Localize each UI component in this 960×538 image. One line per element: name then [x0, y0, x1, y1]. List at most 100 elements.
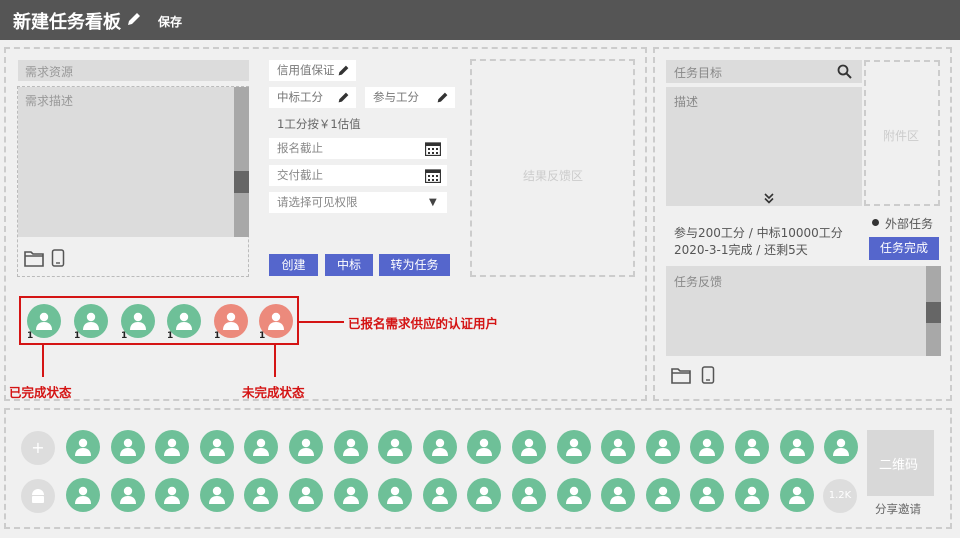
desc-textarea-right[interactable]: 描述	[666, 87, 862, 206]
qr-code[interactable]: 二维码	[867, 430, 934, 496]
member-avatar[interactable]	[199, 478, 234, 512]
member-avatar[interactable]	[199, 430, 234, 464]
visibility-select[interactable]: 请选择可见权限 ▼	[269, 192, 447, 213]
user-icon	[610, 438, 627, 456]
member-avatar[interactable]	[155, 478, 190, 512]
pencil-icon[interactable]	[337, 90, 350, 111]
goal-input[interactable]: 任务目标	[666, 60, 862, 83]
avatar-badge: 1	[167, 331, 174, 341]
member-avatar[interactable]	[512, 478, 546, 512]
share-invite-label[interactable]: 分享邀请	[875, 501, 921, 517]
user-icon	[253, 438, 270, 456]
user-icon	[565, 486, 582, 504]
feedback-area-label: 结果反馈区	[523, 169, 584, 183]
phone-icon[interactable]	[51, 249, 65, 270]
user-icon	[788, 438, 805, 456]
phone-icon[interactable]	[701, 366, 715, 387]
user-icon	[208, 438, 225, 456]
member-avatar[interactable]	[735, 430, 769, 464]
feedback-placeholder: 任务反馈	[674, 275, 723, 289]
win-points-field[interactable]: 中标工分	[269, 87, 356, 108]
member-avatar[interactable]	[110, 430, 145, 464]
win-points-label: 中标工分	[277, 90, 323, 104]
signup-deadline-field[interactable]: 报名截止	[269, 138, 447, 159]
member-avatar[interactable]	[155, 430, 190, 464]
avatar-badge: 1	[27, 331, 34, 341]
delivery-deadline-field[interactable]: 交付截止	[269, 165, 447, 186]
user-icon	[342, 486, 359, 504]
task-feedback-textarea[interactable]: 任务反馈	[666, 266, 926, 356]
member-avatar[interactable]	[422, 478, 457, 512]
member-avatar[interactable]	[824, 430, 859, 464]
member-avatar[interactable]	[422, 430, 457, 464]
points-info: 参与200工分 / 中标10000工分	[674, 226, 843, 240]
member-avatar[interactable]	[333, 478, 368, 512]
avatar-badge: 1	[74, 331, 81, 341]
pencil-icon[interactable]	[436, 90, 449, 111]
create-button[interactable]: 创建	[269, 254, 318, 276]
desc-textarea[interactable]: 需求描述	[18, 87, 234, 237]
member-avatar[interactable]	[66, 478, 100, 512]
member-avatar[interactable]	[779, 430, 814, 464]
feedback-scroll-thumb[interactable]	[926, 302, 941, 323]
member-avatar[interactable]	[735, 478, 769, 512]
member-avatar[interactable]	[512, 430, 546, 464]
complete-task-button[interactable]: 任务完成	[869, 237, 939, 260]
user-icon	[164, 438, 181, 456]
visibility-select-value: 请选择可见权限	[277, 195, 358, 209]
desc-scrollbar[interactable]	[234, 87, 249, 237]
user-icon	[699, 486, 716, 504]
member-avatar[interactable]	[378, 430, 413, 464]
user-icon	[164, 486, 181, 504]
folder-icon[interactable]	[671, 366, 691, 387]
user-icon	[387, 438, 404, 456]
member-avatar[interactable]	[289, 478, 323, 512]
desc-scroll-thumb[interactable]	[234, 171, 249, 193]
android-icon[interactable]	[21, 479, 55, 513]
attachment-area-label: 附件区	[883, 129, 920, 143]
save-button[interactable]: 保存	[158, 13, 182, 30]
member-avatar[interactable]	[66, 430, 100, 464]
member-avatar[interactable]	[289, 430, 323, 464]
search-icon[interactable]	[837, 64, 852, 82]
member-avatar[interactable]	[645, 478, 680, 512]
member-avatar[interactable]	[378, 478, 413, 512]
attachment-area: 附件区	[864, 60, 940, 206]
member-avatar[interactable]	[779, 478, 814, 512]
avatar-badge: 1	[121, 331, 128, 341]
member-avatar[interactable]	[556, 478, 591, 512]
credit-field[interactable]: 信用值保证	[269, 60, 356, 81]
annotation-line	[42, 345, 44, 377]
annotation-line	[299, 321, 344, 323]
more-count-badge[interactable]: 1.2K	[823, 479, 857, 513]
user-icon	[83, 312, 99, 330]
resource-input[interactable]: 需求资源	[18, 60, 249, 81]
member-avatar[interactable]	[556, 430, 591, 464]
member-avatar[interactable]	[601, 478, 636, 512]
to-task-button[interactable]: 转为任务	[379, 254, 450, 276]
member-avatar[interactable]	[601, 430, 636, 464]
member-avatar[interactable]	[110, 478, 145, 512]
user-icon	[476, 438, 493, 456]
user-icon	[744, 438, 760, 456]
pencil-icon[interactable]	[126, 11, 142, 30]
annotation-line	[274, 345, 276, 377]
header-bar: 新建任务看板 保存	[0, 0, 960, 40]
member-avatar[interactable]	[333, 430, 368, 464]
calendar-icon[interactable]	[424, 168, 442, 190]
user-icon	[298, 438, 314, 456]
folder-icon[interactable]	[24, 249, 44, 270]
goal-placeholder: 任务目标	[674, 66, 723, 80]
member-avatar[interactable]	[645, 430, 680, 464]
chevron-down-icon[interactable]	[764, 193, 774, 207]
user-icon	[744, 486, 760, 504]
desc-placeholder: 需求描述	[25, 94, 74, 108]
win-button[interactable]: 中标	[325, 254, 373, 276]
registered-users-box	[19, 296, 299, 345]
join-points-field[interactable]: 参与工分	[365, 87, 455, 108]
user-icon	[654, 486, 671, 504]
pencil-icon[interactable]	[337, 63, 350, 84]
calendar-icon[interactable]	[424, 141, 442, 163]
user-icon	[521, 486, 537, 504]
add-member-button[interactable]: +	[21, 431, 55, 465]
